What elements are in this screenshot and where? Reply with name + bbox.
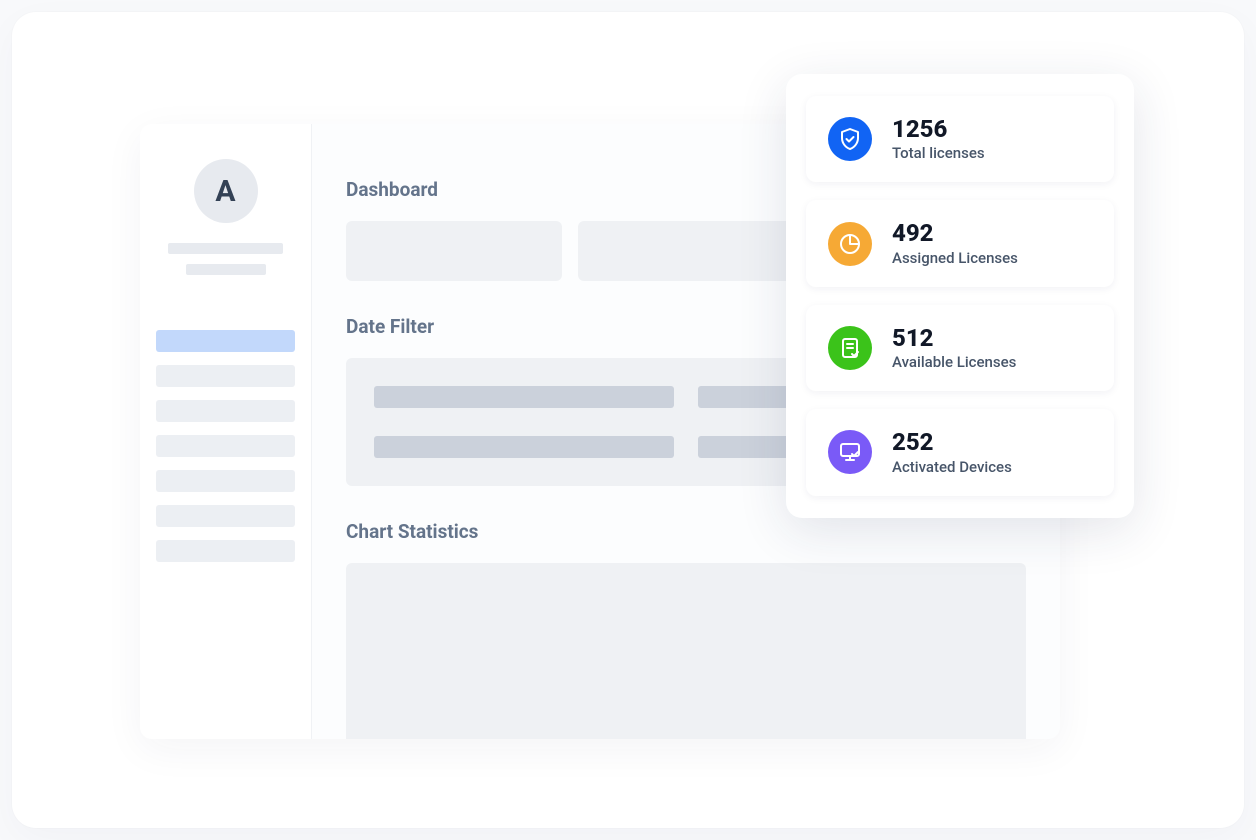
nav-item[interactable]: [156, 540, 295, 562]
nav-item[interactable]: [156, 505, 295, 527]
nav: [140, 330, 311, 562]
stat-value: 1256: [892, 116, 985, 142]
shield-check-icon: [828, 117, 872, 161]
nav-item[interactable]: [156, 400, 295, 422]
date-filter-field[interactable]: [374, 436, 674, 458]
nav-item-active[interactable]: [156, 330, 295, 352]
stat-card-available-licenses[interactable]: 512 Available Licenses: [806, 305, 1114, 391]
sidebar: A: [140, 124, 312, 739]
stat-label: Activated Devices: [892, 458, 1012, 476]
stat-value: 512: [892, 325, 1016, 351]
chart-statistics-title: Chart Statistics: [346, 520, 1026, 543]
stat-label: Assigned Licenses: [892, 249, 1018, 267]
stat-text: 252 Activated Devices: [892, 429, 1012, 475]
date-filter-field[interactable]: [374, 386, 674, 408]
stat-text: 512 Available Licenses: [892, 325, 1016, 371]
dashboard-card-placeholder: [346, 221, 562, 281]
monitor-check-icon: [828, 430, 872, 474]
stat-label: Total licenses: [892, 144, 985, 162]
stat-text: 1256 Total licenses: [892, 116, 985, 162]
stat-label: Available Licenses: [892, 353, 1016, 371]
stat-text: 492 Assigned Licenses: [892, 220, 1018, 266]
user-name-placeholder: [168, 243, 283, 254]
pie-icon: [828, 222, 872, 266]
stat-card-activated-devices[interactable]: 252 Activated Devices: [806, 409, 1114, 495]
stat-value: 252: [892, 429, 1012, 455]
user-role-placeholder: [186, 264, 266, 275]
stats-panel: 1256 Total licenses 492 Assigned License…: [786, 74, 1134, 518]
user-info: [168, 243, 283, 275]
nav-item[interactable]: [156, 470, 295, 492]
outer-frame: A Dashboard Date F: [12, 12, 1244, 828]
chart-placeholder: [346, 563, 1026, 739]
nav-item[interactable]: [156, 365, 295, 387]
dashboard-card-placeholder: [578, 221, 794, 281]
stat-card-assigned-licenses[interactable]: 492 Assigned Licenses: [806, 200, 1114, 286]
avatar[interactable]: A: [194, 159, 258, 223]
document-check-icon: [828, 326, 872, 370]
nav-item[interactable]: [156, 435, 295, 457]
avatar-initial: A: [215, 174, 235, 209]
stat-card-total-licenses[interactable]: 1256 Total licenses: [806, 96, 1114, 182]
stat-value: 492: [892, 220, 1018, 246]
